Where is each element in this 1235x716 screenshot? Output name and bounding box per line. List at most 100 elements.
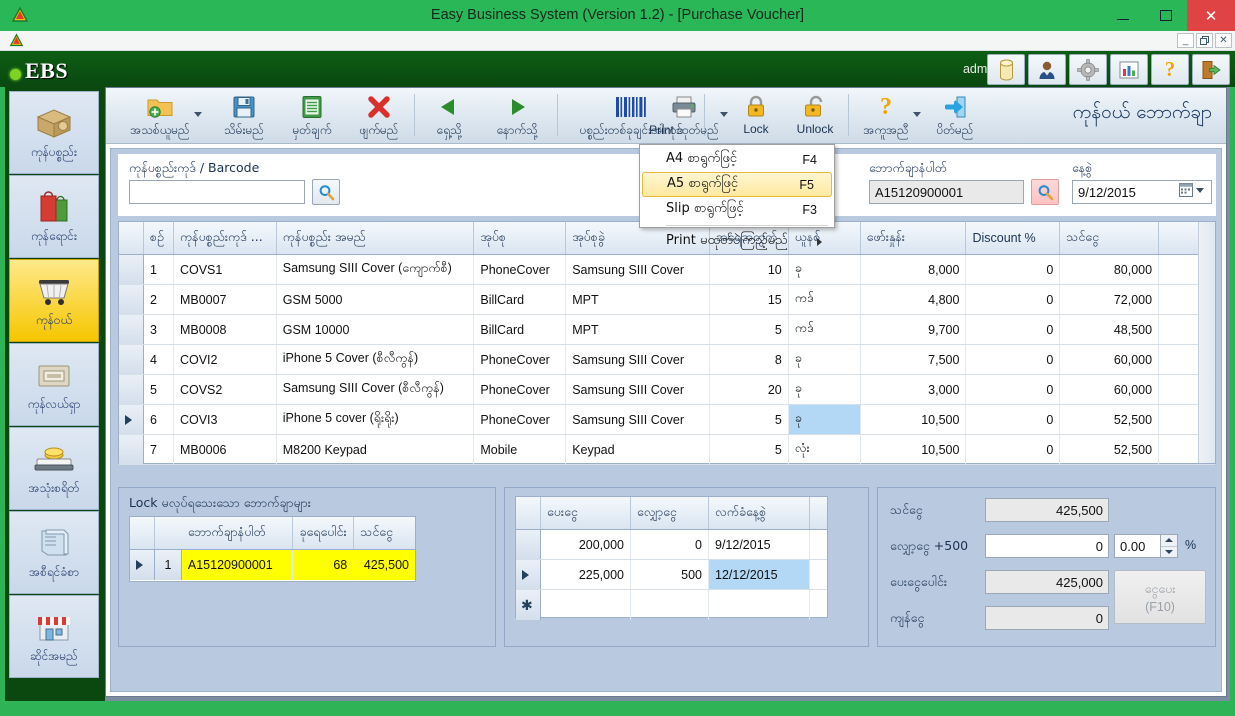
row-indicator[interactable] (119, 255, 144, 284)
cell-unit-price[interactable]: 3,000 (861, 375, 967, 404)
cell-subgroup[interactable]: MPT (566, 315, 710, 344)
cell-item-name[interactable]: iPhone 5 cover (ရိုးရိုး) (277, 405, 475, 434)
help-icon[interactable]: ? (1151, 54, 1189, 85)
cell-discount-amount[interactable]: 0 (631, 530, 709, 559)
cell-total[interactable]: 52,500 (1060, 405, 1160, 434)
cell-quantity[interactable]: 20 (710, 375, 789, 404)
grid-header-item-code[interactable]: ကုန်ပစ္စည်းကုဒ် ... (174, 222, 277, 254)
cell-unit[interactable]: ကဒ် (789, 315, 861, 344)
cell-total[interactable]: 72,000 (1060, 285, 1160, 314)
grid-header-discount-amount[interactable]: လျှော့ငွေ (631, 497, 709, 529)
lock-button[interactable]: Lock (731, 90, 781, 140)
cell-discount[interactable]: 0 (966, 285, 1061, 314)
sidebar-item-sales[interactable]: ကုန်ရောင်း (9, 175, 99, 258)
cell-group[interactable]: PhoneCover (474, 375, 567, 404)
cell-subgroup[interactable]: Samsung SIII Cover (566, 405, 710, 434)
table-row[interactable]: 2 MB0007 GSM 5000 BillCard MPT 15 ကဒ် 4,… (119, 285, 1215, 315)
row-indicator[interactable] (119, 375, 144, 404)
cell-discount[interactable]: 0 (966, 375, 1061, 404)
grid-header-voucher-no[interactable]: ဘောက်ချာနံပါတ် (182, 517, 294, 549)
grid-header-payment-date[interactable]: လက်ခံနေ့စွဲ (709, 497, 810, 529)
cell-item-code[interactable]: COVI3 (174, 405, 277, 434)
cell-item-name[interactable]: Samsung SIII Cover (စီလီကွန်) (277, 375, 475, 404)
cell-item-name[interactable]: GSM 10000 (277, 315, 475, 344)
cell-quantity[interactable]: 10 (710, 255, 789, 284)
cell-subgroup[interactable]: Samsung SIII Cover (566, 255, 710, 284)
cell-group[interactable]: BillCard (474, 315, 567, 344)
grid-header-row-indicator[interactable] (516, 497, 541, 529)
date-picker-button[interactable] (1179, 183, 1204, 197)
save-button[interactable]: သိမ်းမည် (211, 90, 277, 140)
mdi-restore-button[interactable] (1196, 33, 1213, 48)
cell-unit-price[interactable]: 10,500 (861, 435, 967, 464)
new-button[interactable]: အသစ်ယူမည် (116, 90, 204, 140)
chevron-down-icon[interactable] (194, 112, 202, 117)
menu-item-print-a4[interactable]: A4 စာရွက်ဖြင့် F4 (640, 147, 834, 172)
table-row[interactable]: 1 COVS1 Samsung SIII Cover (ကျောက်စီ) Ph… (119, 255, 1215, 285)
cell-payment-date[interactable]: 9/12/2015 (709, 530, 810, 559)
cell-payment-date[interactable]: 12/12/2015 (709, 560, 810, 589)
database-icon[interactable] (987, 54, 1025, 85)
row-indicator[interactable] (119, 405, 144, 434)
exit-icon[interactable] (1192, 54, 1230, 85)
cell-group[interactable]: PhoneCover (474, 405, 567, 434)
table-row[interactable]: 3 MB0008 GSM 10000 BillCard MPT 5 ကဒ် 9,… (119, 315, 1215, 345)
cell-quantity[interactable]: 5 (710, 405, 789, 434)
previous-button[interactable]: ရှေ့သို့ (418, 90, 480, 140)
cell-group[interactable]: PhoneCover (474, 255, 567, 284)
cell-item-code[interactable]: MB0007 (174, 285, 277, 314)
cell-unit[interactable]: ခု (789, 255, 861, 284)
cell-unit-price[interactable]: 10,500 (861, 405, 967, 434)
table-row[interactable]: 225,000 500 12/12/2015 (516, 560, 827, 590)
cell-item-code[interactable]: MB0006 (174, 435, 277, 464)
stepper-up-button[interactable] (1161, 535, 1177, 547)
row-indicator[interactable] (130, 550, 155, 580)
discount-percent-field[interactable] (1114, 534, 1161, 558)
cell-unit-price[interactable]: 4,800 (861, 285, 967, 314)
menu-item-print-without-printing[interactable]: Print မထုတ်ပဲကြည့်မည် (640, 229, 834, 254)
help-button[interactable]: ? အကူအညီ (853, 90, 921, 140)
row-indicator[interactable] (119, 345, 144, 374)
barcode-input[interactable] (129, 180, 305, 204)
cell-unit[interactable]: ခု (789, 375, 861, 404)
table-row[interactable]: 4 COVI2 iPhone 5 Cover (စီလီကွန်) PhoneC… (119, 345, 1215, 375)
cell-group[interactable]: Mobile (474, 435, 567, 464)
row-indicator[interactable] (119, 285, 144, 314)
user-icon[interactable] (1028, 54, 1066, 85)
stepper-down-button[interactable] (1161, 547, 1177, 558)
cell-group[interactable]: BillCard (474, 285, 567, 314)
cell-item-name[interactable]: M8200 Keypad (277, 435, 475, 464)
grid-header-discount[interactable]: Discount % (966, 222, 1061, 254)
cell-unit-price[interactable]: 7,500 (861, 345, 967, 374)
grid-header-row-indicator[interactable] (119, 222, 144, 254)
chart-icon[interactable] (1110, 54, 1148, 85)
cell-item-name[interactable]: GSM 5000 (277, 285, 475, 314)
sidebar-item-exchange[interactable]: ကုန်လယ်ရှာ (9, 343, 99, 426)
mdi-minimize-button[interactable]: _ (1177, 33, 1194, 48)
sidebar-item-shop[interactable]: ဆိုင်အမည် (9, 595, 99, 678)
grid-header-serial[interactable]: စဉ် (144, 222, 174, 254)
cell-discount[interactable]: 0 (966, 405, 1061, 434)
cell-subgroup[interactable]: MPT (566, 285, 710, 314)
window-close-button[interactable]: ✕ (1187, 0, 1235, 31)
cell-quantity[interactable]: 5 (710, 315, 789, 344)
table-row-new[interactable]: ✱ (516, 590, 827, 620)
cell-payment-date[interactable] (709, 590, 810, 620)
voucher-search-button[interactable] (1031, 179, 1059, 205)
menu-item-print-slip[interactable]: Slip စာရွက်ဖြင့် F3 (640, 197, 834, 222)
cell-item-name[interactable]: iPhone 5 Cover (စီလီကွန်) (277, 345, 475, 374)
cell-quantity[interactable]: 8 (710, 345, 789, 374)
cell-discount[interactable]: 0 (966, 315, 1061, 344)
cell-unit-price[interactable]: 8,000 (861, 255, 967, 284)
chevron-down-icon[interactable] (913, 112, 921, 117)
edit-button[interactable]: မှတ်ချက် (278, 90, 346, 140)
table-row[interactable]: 5 COVS2 Samsung SIII Cover (စီလီကွန်) Ph… (119, 375, 1215, 405)
cell-unit-price[interactable]: 9,700 (861, 315, 967, 344)
grid-header-amount[interactable]: သင်ငွေ (354, 517, 415, 549)
cell-discount[interactable]: 0 (966, 435, 1061, 464)
table-row[interactable]: 200,000 0 9/12/2015 (516, 530, 827, 560)
sidebar-item-stock[interactable]: ကုန်ပစ္စည်း (9, 91, 99, 174)
cell-unit[interactable]: ကဒ် (789, 285, 861, 314)
cell-total[interactable]: 60,000 (1060, 345, 1160, 374)
grid-header-unit-price[interactable]: ဖော်းနှုန်း (861, 222, 967, 254)
